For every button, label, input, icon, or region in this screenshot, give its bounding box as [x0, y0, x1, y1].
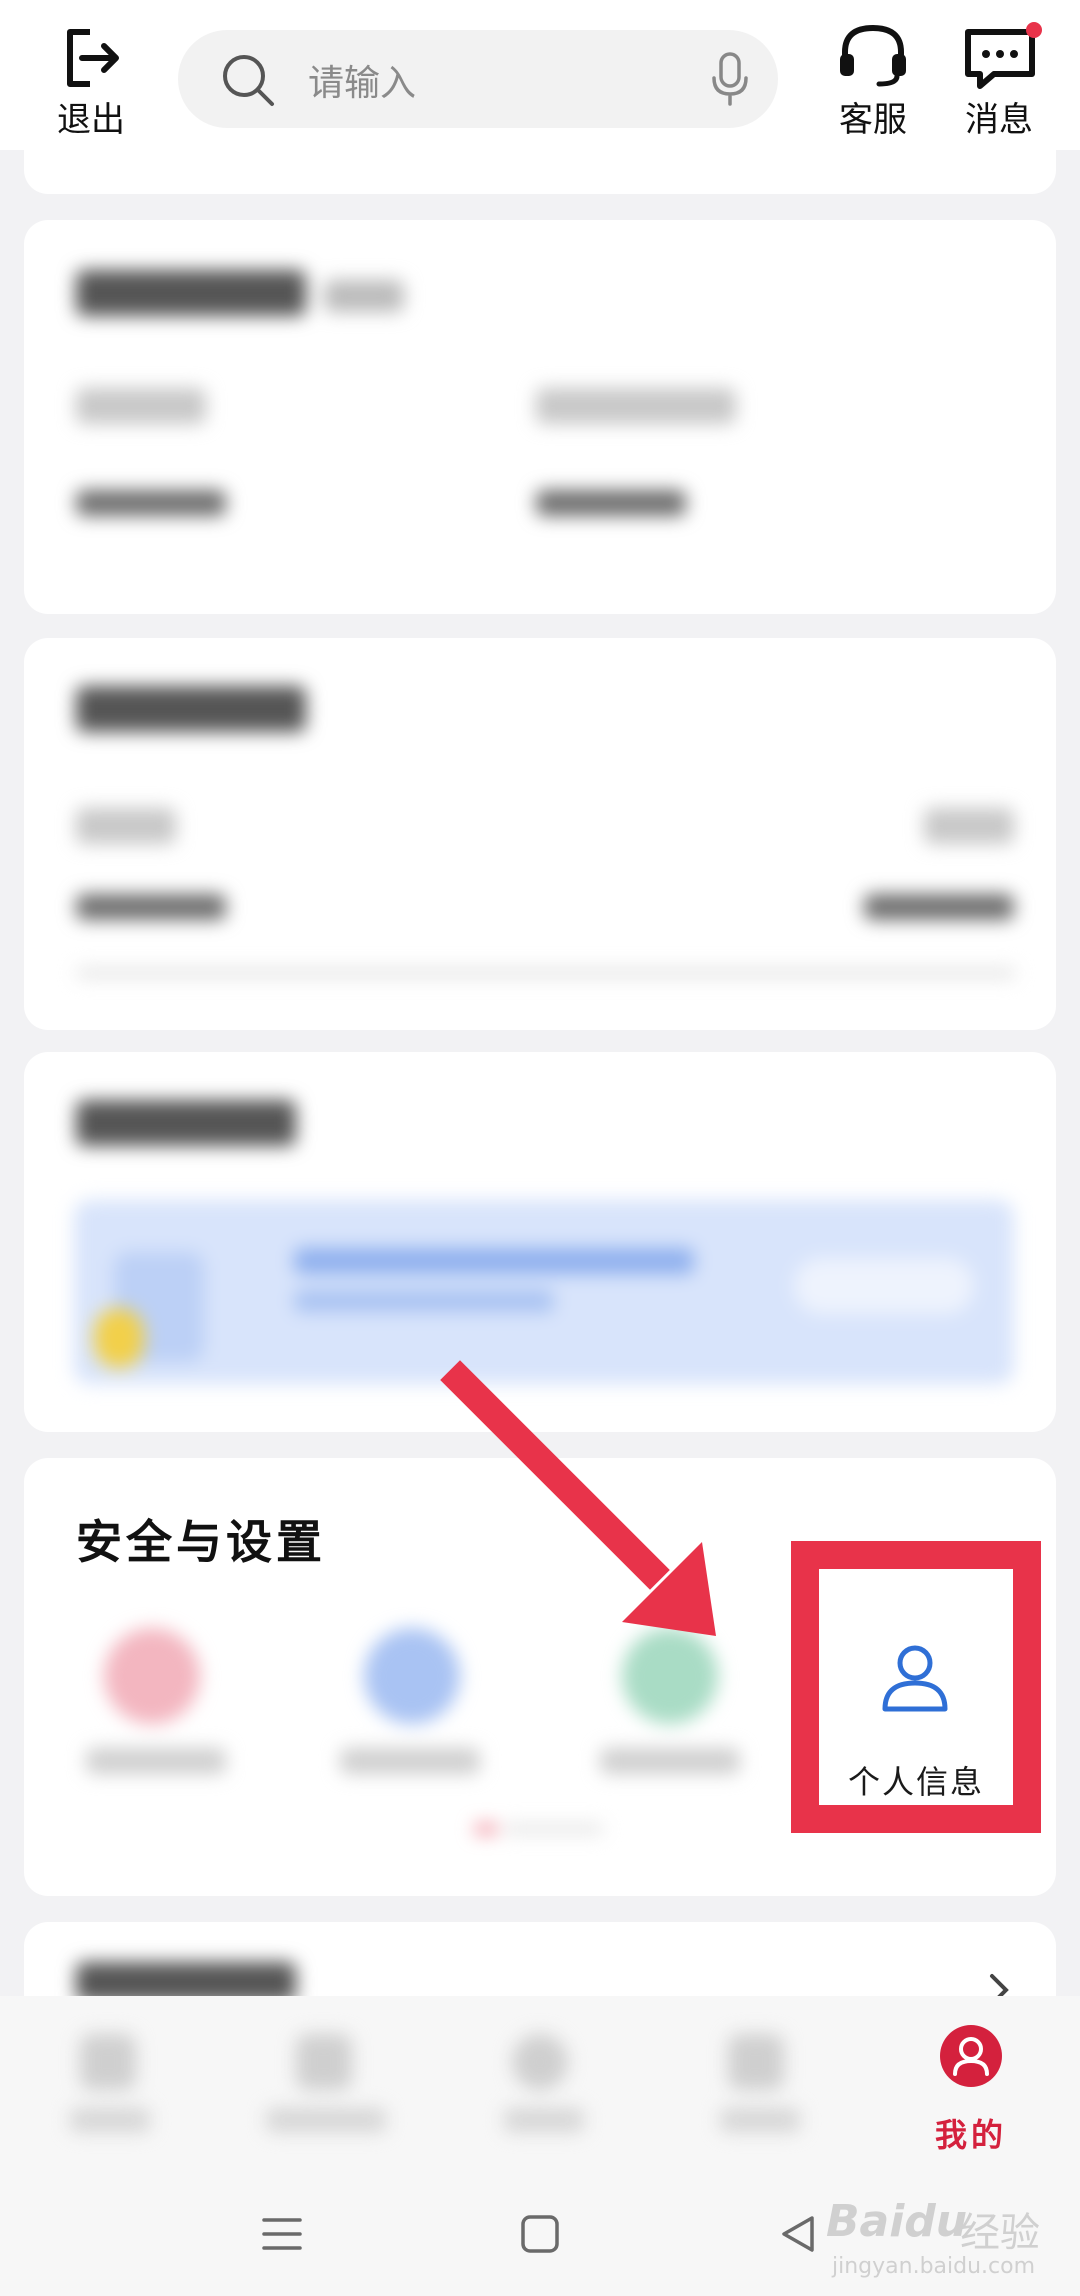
home-icon[interactable] — [520, 2214, 560, 2254]
tab-mine[interactable]: 我的 — [906, 2024, 1036, 2154]
red-arrow-annotation — [440, 1360, 716, 1636]
messages-label: 消息 — [965, 100, 1033, 140]
customer-service-label: 客服 — [839, 100, 907, 140]
personal-info-button[interactable]: 个人信息 — [819, 1569, 1013, 1805]
person-icon — [882, 1645, 948, 1712]
watermark-url: jingyan.baidu.com — [832, 2254, 1036, 2279]
search-bar[interactable]: 请输入 — [178, 30, 778, 128]
logout-label: 退出 — [57, 100, 125, 140]
logout-icon — [67, 29, 119, 87]
microphone-icon[interactable] — [710, 52, 750, 108]
menu-icon[interactable] — [262, 2214, 302, 2254]
personal-info-label: 个人信息 — [847, 1763, 984, 1801]
logout-button[interactable]: 退出 — [36, 22, 146, 142]
personal-info-highlight-box: 个人信息 — [791, 1541, 1041, 1833]
unread-badge — [1026, 22, 1042, 38]
headset-icon — [840, 24, 906, 87]
section-title: 安全与设置 — [76, 1515, 326, 1569]
user-circle-icon — [940, 2025, 1002, 2087]
system-nav-bar: Baidu 经验 jingyan.baidu.com — [0, 2166, 1080, 2296]
search-input[interactable]: 请输入 — [308, 54, 416, 106]
previous-card-bottom — [24, 150, 1056, 194]
back-icon[interactable] — [778, 2214, 818, 2254]
watermark-brand: Baidu — [826, 2196, 968, 2247]
search-icon — [223, 55, 274, 106]
customer-service-button[interactable]: 客服 — [818, 22, 928, 142]
top-bar: 退出 请输入 客服 消息 — [0, 0, 1080, 150]
tab-mine-label: 我的 — [934, 2116, 1007, 2154]
bottom-tab-bar: 我的 — [0, 1996, 1080, 2166]
messages-button[interactable]: 消息 — [944, 22, 1054, 142]
account-card-blurred — [24, 220, 1056, 614]
watermark-cn: 经验 — [960, 2210, 1040, 2256]
summary-card-blurred — [24, 638, 1056, 1030]
